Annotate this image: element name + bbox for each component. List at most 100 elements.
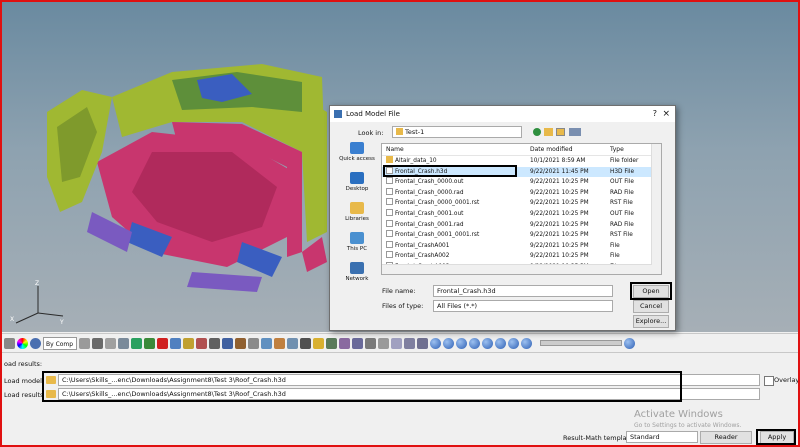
link-icon[interactable] <box>274 337 285 349</box>
rotate-icon[interactable] <box>378 337 389 349</box>
place-this-pc[interactable]: This PC <box>334 232 380 259</box>
new-folder-icon[interactable] <box>556 128 565 136</box>
template-dropdown[interactable]: Standard <box>626 431 698 443</box>
flex-icon[interactable] <box>339 337 350 349</box>
file-type: File <box>610 242 620 249</box>
place-network[interactable]: Network <box>334 262 380 289</box>
contour-icon[interactable] <box>157 337 168 349</box>
column-type[interactable]: Type <box>610 144 655 155</box>
mesh-icon[interactable] <box>92 337 103 349</box>
view-menu-icon[interactable] <box>569 128 581 136</box>
previous-frame-icon[interactable] <box>456 337 467 349</box>
file-name: Frontal_CrashA002 <box>395 253 450 260</box>
file-row[interactable]: Frontal_Crash_0001_0001.rst 9/22/2021 10:… <box>382 230 661 241</box>
look-in-dropdown[interactable]: Test-1 <box>392 126 522 138</box>
feature-icon[interactable] <box>118 337 129 349</box>
libraries-icon <box>350 202 364 214</box>
place-libraries[interactable]: Libraries <box>334 202 380 229</box>
shade-icon[interactable] <box>30 337 41 349</box>
file-row[interactable]: Frontal_Crash_0000_0001.rst 9/22/2021 10:… <box>382 198 661 209</box>
animation-slider[interactable] <box>540 340 622 346</box>
overlay-checkbox[interactable] <box>764 376 774 386</box>
iso-icon[interactable] <box>404 337 415 349</box>
result-math-label: Result-Math template: <box>563 434 636 442</box>
file-name: Frontal_Crash_0001.rad <box>395 221 464 228</box>
file-row[interactable]: Frontal_Crash_0000.rad 9/22/2021 10:25 PM… <box>382 187 661 199</box>
file-row[interactable]: Frontal_Crash_0000.out 9/22/2021 10:25 PM… <box>382 177 661 188</box>
application-frame: Z Y X By Comp oad results: Load model C:… <box>0 0 800 447</box>
file-icon <box>386 177 393 185</box>
explode-icon[interactable] <box>287 337 298 349</box>
graph-icon[interactable] <box>326 337 337 349</box>
place-desktop[interactable]: Desktop <box>334 172 380 199</box>
fit-icon[interactable] <box>391 337 402 349</box>
tensor-icon[interactable] <box>183 337 194 349</box>
animation-settings-icon[interactable] <box>624 337 635 349</box>
file-type: OUT File <box>610 179 634 186</box>
play-icon[interactable] <box>495 337 506 349</box>
highlight-apply <box>756 429 796 445</box>
tracking-icon[interactable] <box>248 337 259 349</box>
next-frame-icon[interactable] <box>508 337 519 349</box>
deformed-icon[interactable] <box>196 337 207 349</box>
dialog-body: Look in: Test-1 Quick access Desktop Lib… <box>330 122 675 330</box>
axis-y-label: Y <box>59 319 64 326</box>
pointer-icon[interactable] <box>4 337 15 349</box>
file-date: 9/22/2021 10:25 PM <box>530 210 589 217</box>
solid-icon[interactable] <box>144 337 155 349</box>
file-type: File folder <box>610 158 639 164</box>
column-date[interactable]: Date modified <box>530 144 610 155</box>
reader-options-button[interactable]: Reader Options... <box>700 431 752 445</box>
file-date: 9/22/2021 10:25 PM <box>530 232 589 239</box>
file-list[interactable]: Name Date modified Type Altair_data_10 10… <box>381 143 662 275</box>
pause-icon[interactable] <box>482 337 493 349</box>
animation-mode-icon[interactable] <box>430 337 441 349</box>
vertical-scrollbar[interactable] <box>651 144 661 274</box>
play-reverse-icon[interactable] <box>469 337 480 349</box>
file-type: RAD File <box>610 189 634 196</box>
front-view-icon[interactable] <box>417 337 428 349</box>
file-row[interactable]: Frontal_Crash_0001.out 9/22/2021 10:25 PM… <box>382 208 661 220</box>
first-frame-icon[interactable] <box>443 337 454 349</box>
last-frame-icon[interactable] <box>521 337 532 349</box>
color-wheel-icon[interactable] <box>17 337 28 349</box>
measure-icon[interactable] <box>209 337 220 349</box>
file-name: Frontal_Crash_0001.out <box>395 210 464 217</box>
file-date: 9/22/2021 10:25 PM <box>530 179 589 186</box>
horizontal-scrollbar[interactable] <box>382 264 652 274</box>
look-in-label: Look in: <box>358 129 384 137</box>
file-date: 10/1/2021 8:59 AM <box>530 158 586 164</box>
file-row[interactable]: Frontal_CrashA001 9/22/2021 10:25 PM File <box>382 240 661 252</box>
file-row[interactable]: Frontal_Crash_0001.rad 9/22/2021 10:25 PM… <box>382 219 661 231</box>
note-icon[interactable] <box>235 337 246 349</box>
explore-button[interactable]: Explore... <box>633 315 669 328</box>
section-icon[interactable] <box>222 337 233 349</box>
up-folder-icon[interactable] <box>544 128 553 136</box>
file-name-input[interactable]: Frontal_Crash.h3d <box>433 285 613 297</box>
back-icon[interactable] <box>533 128 541 136</box>
entity-icon[interactable] <box>131 337 142 349</box>
vector-icon[interactable] <box>170 337 181 349</box>
file-type-label: Files of type: <box>382 302 424 310</box>
zoom-icon[interactable] <box>365 337 376 349</box>
cube-icon[interactable] <box>79 337 90 349</box>
file-type: RAD File <box>610 221 634 228</box>
help-icon[interactable]: ? <box>653 106 657 122</box>
query-icon[interactable] <box>300 337 311 349</box>
file-type: OUT File <box>610 210 634 217</box>
hand-icon[interactable] <box>313 337 324 349</box>
file-date: 9/22/2021 10:25 PM <box>530 200 589 207</box>
by-comp-dropdown[interactable]: By Comp <box>43 336 77 350</box>
axis-triad: Z Y X <box>8 278 68 328</box>
place-quick-access[interactable]: Quick access <box>334 142 380 169</box>
cancel-button[interactable]: Cancel <box>633 300 669 313</box>
close-icon[interactable]: × <box>662 106 670 122</box>
pan-icon[interactable] <box>352 337 363 349</box>
file-type-dropdown[interactable]: All Files (*.*) <box>433 300 613 312</box>
file-row[interactable]: Frontal_CrashA002 9/22/2021 10:25 PM File <box>382 251 661 262</box>
column-name[interactable]: Name <box>382 144 530 155</box>
file-date: 9/22/2021 10:25 PM <box>530 221 589 228</box>
transparency-icon[interactable] <box>105 337 116 349</box>
file-date: 9/22/2021 10:25 PM <box>530 253 589 260</box>
view-icon[interactable] <box>261 337 272 349</box>
